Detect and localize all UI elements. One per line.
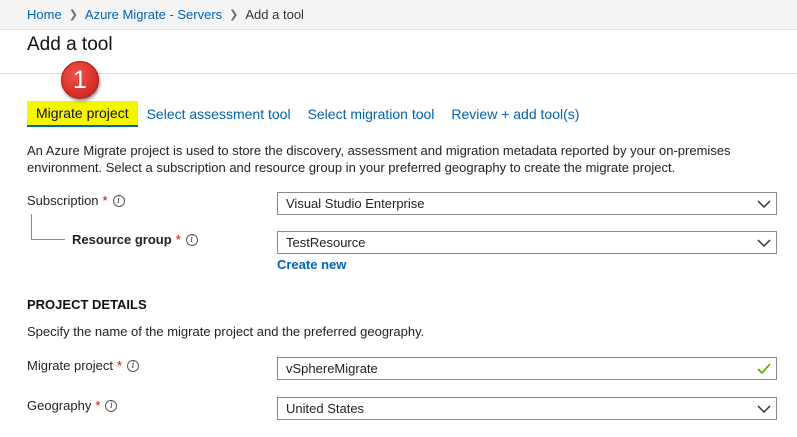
create-new-link[interactable]: Create new: [277, 257, 346, 272]
breadcrumb-azure-migrate-servers[interactable]: Azure Migrate - Servers: [85, 7, 222, 22]
wizard-tabs: Migrate project Select assessment tool S…: [27, 100, 588, 128]
chevron-down-icon: [752, 232, 776, 253]
tab-select-assessment-tool[interactable]: Select assessment tool: [139, 102, 299, 126]
geography-value: United States: [286, 401, 365, 416]
chevron-right-icon: ❯: [229, 9, 239, 21]
breadcrumb-home[interactable]: Home: [27, 7, 62, 22]
info-icon[interactable]: i: [105, 399, 118, 412]
subscription-label-text: Subscription: [27, 193, 99, 208]
migrate-project-input[interactable]: vSphereMigrate: [277, 357, 777, 380]
page-description: An Azure Migrate project is used to stor…: [27, 143, 731, 175]
chevron-down-icon: [752, 193, 776, 214]
resource-group-dropdown[interactable]: TestResource: [277, 231, 777, 254]
subscription-label: Subscription * i: [27, 193, 125, 208]
page-title: Add a tool: [27, 34, 113, 55]
info-icon[interactable]: i: [185, 233, 198, 246]
required-marker: *: [116, 358, 123, 373]
project-details-description: Specify the name of the migrate project …: [27, 324, 425, 339]
subscription-value: Visual Studio Enterprise: [286, 196, 425, 211]
project-details-heading: PROJECT DETAILS: [27, 297, 147, 312]
tab-select-migration-tool[interactable]: Select migration tool: [300, 102, 443, 126]
subscription-dropdown[interactable]: Visual Studio Enterprise: [277, 192, 777, 215]
checkmark-icon: [752, 358, 776, 379]
breadcrumb-current: Add a tool: [245, 7, 304, 22]
required-marker: *: [102, 193, 108, 208]
geography-label-text: Geography: [27, 398, 92, 413]
chevron-down-icon: [752, 398, 776, 419]
required-marker: *: [95, 398, 101, 413]
migrate-project-label: Migrate project * i: [27, 358, 140, 373]
step-callout-badge: 1: [61, 61, 99, 99]
geography-dropdown[interactable]: United States: [277, 397, 777, 420]
title-bar: Add a tool: [0, 30, 797, 74]
geography-label: Geography * i: [27, 398, 118, 413]
resource-group-label: Resource group * i: [72, 232, 198, 247]
migrate-project-value: vSphereMigrate: [286, 361, 378, 376]
info-icon[interactable]: i: [127, 359, 140, 372]
tab-migrate-project[interactable]: Migrate project: [27, 101, 138, 127]
required-marker: *: [175, 232, 181, 247]
resource-group-value: TestResource: [286, 235, 366, 250]
resource-group-label-text: Resource group: [72, 232, 172, 247]
chevron-right-icon: ❯: [68, 9, 78, 21]
breadcrumb: Home ❯ Azure Migrate - Servers ❯ Add a t…: [0, 0, 797, 30]
tree-connector-line: [31, 214, 65, 240]
tab-review-add-tools[interactable]: Review + add tool(s): [443, 102, 587, 126]
info-icon[interactable]: i: [112, 194, 125, 207]
migrate-project-label-text: Migrate project: [27, 358, 113, 373]
